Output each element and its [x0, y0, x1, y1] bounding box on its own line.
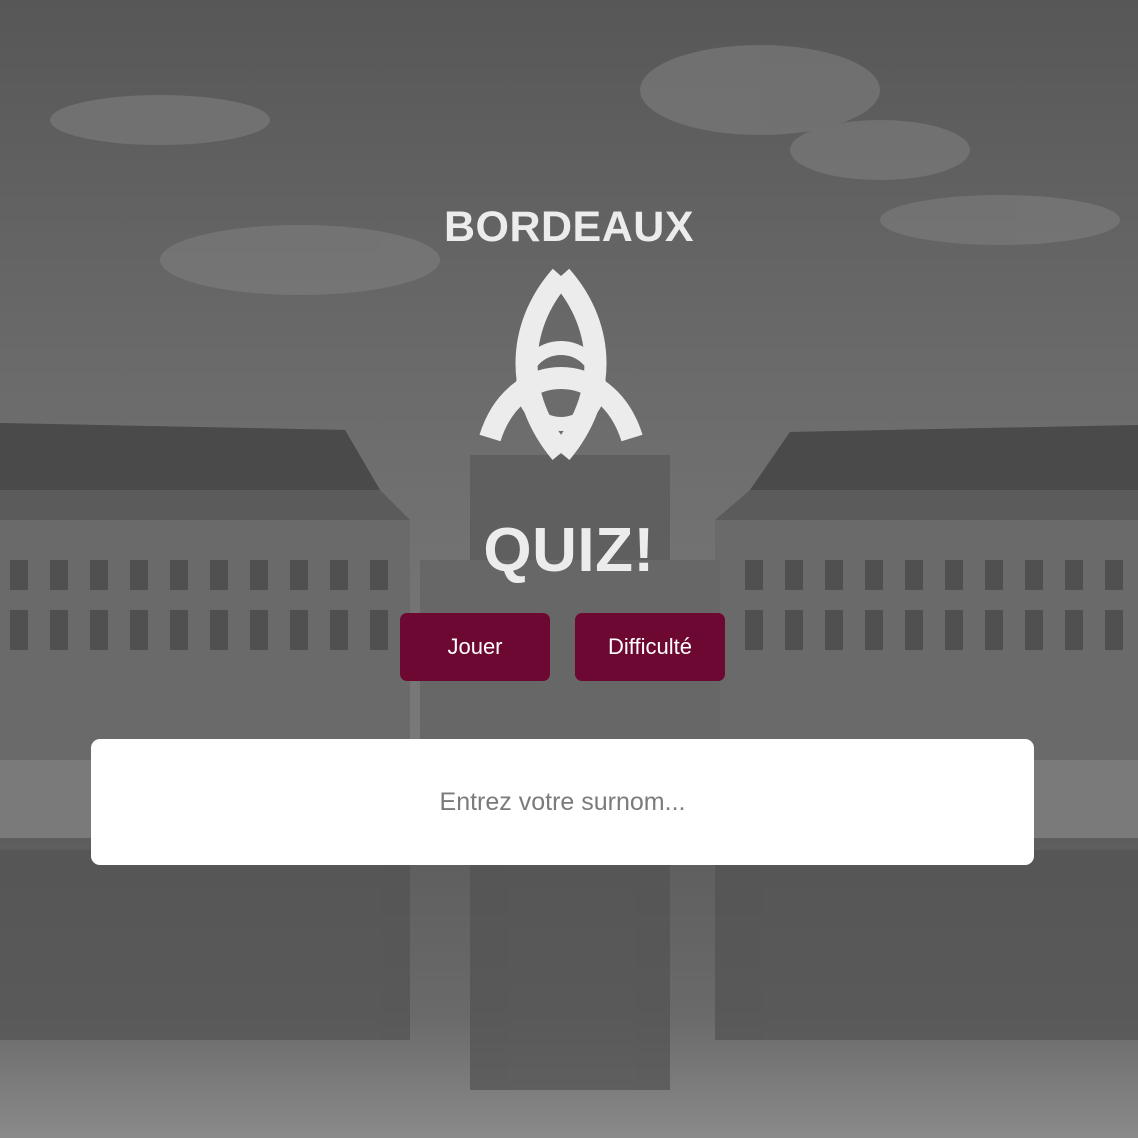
nickname-input[interactable]	[91, 739, 1034, 865]
title-quiz: QUIZ!	[483, 516, 655, 585]
nickname-box	[91, 739, 1034, 865]
play-button[interactable]: Jouer	[400, 613, 550, 681]
title-bordeaux: BORDEAUX	[443, 203, 695, 251]
triquetra-logo-icon	[479, 268, 643, 461]
difficulty-button[interactable]: Difficulté	[575, 613, 725, 681]
